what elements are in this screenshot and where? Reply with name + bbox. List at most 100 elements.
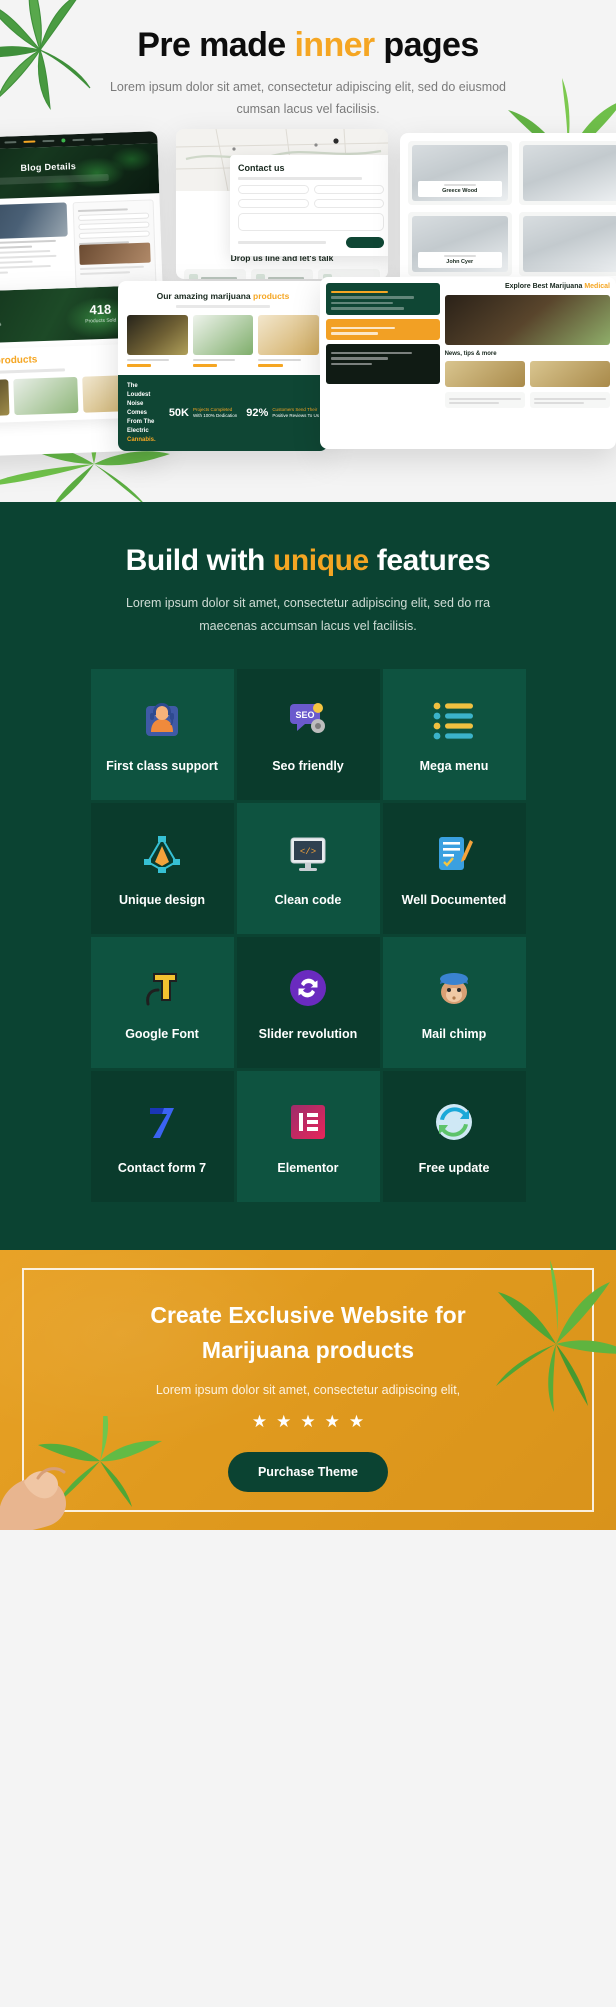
mock-stats-bar-text: The Loudest Noise Comes From The Electri…	[127, 382, 160, 445]
feature-card-clean-code[interactable]: </> Clean code	[236, 803, 380, 934]
cta-title: Create Exclusive Website for Marijuana p…	[93, 1298, 523, 1367]
mock-team-card[interactable]	[518, 211, 616, 276]
cta-star-rating: ★ ★ ★ ★ ★	[0, 1413, 616, 1430]
mock-products-title-hl: products	[0, 354, 38, 367]
mock-stat: 418 Products Sold	[85, 301, 117, 325]
mock-sidebar	[72, 199, 157, 288]
contact-form-7-icon	[140, 1099, 184, 1145]
mock-services-title-hl: Medical	[584, 282, 610, 290]
feature-card-label: Slider revolution	[258, 1026, 358, 1041]
features-subtitle: Lorem ipsum dolor sit amet, consectetur …	[125, 596, 491, 633]
google-font-icon	[140, 965, 184, 1011]
mock-amazing-title-hl: products	[253, 290, 290, 301]
feature-card-seo-friendly[interactable]: SEO Seo friendly	[236, 669, 380, 800]
mock-stats-bar-text-hl: Cannabis.	[127, 436, 156, 443]
feature-card-slider-revolution[interactable]: Slider revolution	[236, 937, 380, 1068]
mock-download-cta[interactable]	[326, 318, 440, 340]
screenshot-gallery: Blog Details Contact us Drop us line and…	[0, 128, 616, 479]
mock-news-thumb	[444, 360, 525, 387]
mock-send-button[interactable]	[346, 236, 384, 248]
mock-article-image	[0, 202, 68, 241]
feature-card-unique-design[interactable]: Unique design	[90, 803, 234, 934]
document-pencil-icon	[432, 831, 476, 877]
mock-contact-card[interactable]	[184, 268, 246, 279]
mock-stats-bar: The Loudest Noise Comes From The Electri…	[118, 374, 328, 451]
feature-card-label: Elementor	[277, 1160, 339, 1175]
mock-input-name[interactable]	[238, 184, 309, 194]
mock-article	[0, 202, 69, 292]
cta-title-line2: Marijuana products	[201, 1336, 415, 1363]
mock-stat-label: Products Sold	[85, 317, 117, 325]
screenshot-card-products[interactable]: Our amazing marijuana products The Loude…	[118, 280, 328, 451]
feature-card-label: Seo friendly	[272, 758, 344, 773]
feature-card-mail-chimp[interactable]: Mail chimp	[382, 937, 526, 1068]
mock-input-subject[interactable]	[313, 198, 384, 208]
mock-amazing-title: Our amazing marijuana products	[118, 281, 328, 301]
cta-content: Create Exclusive Website for Marijuana p…	[0, 1250, 616, 1492]
screenshot-card-contact-us[interactable]: Contact us Drop us line and let's talk	[176, 128, 388, 279]
feature-card-label: Unique design	[118, 892, 206, 907]
svg-text:</>: </>	[300, 847, 316, 857]
feature-card-free-update[interactable]: Free update	[382, 1071, 526, 1202]
page-subtitle: Lorem ipsum dolor sit amet, consectetur …	[109, 80, 507, 116]
mock-news-thumb	[529, 360, 610, 387]
screenshot-card-services[interactable]: Explore Best Marijuana Medical News, tip…	[320, 276, 616, 449]
mock-services-title-pre: Explore Best Marijuana	[504, 282, 585, 290]
page-title-pre: Pre made	[137, 26, 295, 64]
features-title-highlight: unique	[272, 544, 369, 577]
feature-card-mega-menu[interactable]: Mega menu	[382, 669, 526, 800]
mock-services-main: Explore Best Marijuana Medical News, tip…	[444, 283, 610, 408]
unique-features-section: Build with unique features Lorem ipsum d…	[0, 502, 616, 1250]
feature-card-elementor[interactable]: Elementor	[236, 1071, 380, 1202]
pen-tool-icon	[140, 831, 184, 877]
mock-team-card[interactable]	[518, 140, 616, 205]
mock-stats-bar-value: 50K	[168, 407, 189, 420]
mock-input-email[interactable]	[313, 184, 384, 194]
mock-stat: 16k Happy Clients	[0, 305, 2, 328]
premade-inner-pages-section: Pre made inner pages Lorem ipsum dolor s…	[0, 0, 616, 502]
feature-card-label: Well Documented	[401, 892, 507, 907]
mock-amazing-title-pre: Our amazing marijuana	[156, 290, 253, 301]
feature-card-label: Mail chimp	[421, 1026, 487, 1041]
mock-team-name: John Cyer	[446, 258, 474, 265]
mock-team-card[interactable]: Greece Wood	[408, 140, 512, 205]
mock-contact-card[interactable]	[251, 268, 313, 279]
star-icon: ★	[300, 1412, 316, 1431]
mock-product-image	[192, 314, 254, 355]
mock-team-card[interactable]: John Cyer	[408, 211, 512, 276]
features-title-post: features	[368, 544, 491, 577]
mock-input-message[interactable]	[238, 212, 384, 231]
mock-stats-bar-l2: Positive Reviews To Us	[272, 413, 319, 419]
mock-product-image	[13, 376, 79, 415]
mock-news-card[interactable]	[444, 391, 525, 408]
mock-services-sidebar	[326, 282, 440, 408]
features-title-pre: Build with	[125, 544, 273, 577]
feature-card-well-documented[interactable]: Well Documented	[382, 803, 526, 934]
mock-news-label: News, tips & more	[444, 350, 497, 357]
cta-title-line1: Create Exclusive Website for	[150, 1302, 466, 1328]
monitor-code-icon: </>	[286, 831, 330, 877]
mailchimp-monkey-icon	[432, 965, 476, 1011]
feature-card-label: Contact form 7	[117, 1160, 207, 1175]
mock-product-image	[0, 379, 10, 418]
mock-input-phone[interactable]	[238, 198, 309, 208]
mock-team-photo	[522, 215, 616, 272]
mock-consent-checkbox[interactable]	[238, 240, 326, 244]
cta-section: Create Exclusive Website for Marijuana p…	[0, 1250, 616, 1530]
feature-card-contact-form-7[interactable]: Contact form 7	[90, 1071, 234, 1202]
mock-stat-label: Happy Clients	[0, 321, 2, 328]
purchase-theme-button[interactable]: Purchase Theme	[227, 1452, 389, 1492]
feature-card-google-font[interactable]: Google Font	[90, 937, 234, 1068]
screenshot-card-team[interactable]: Greece Wood John Cyer	[400, 132, 616, 285]
mock-stats-bar-text-pre: The Loudest Noise Comes From The Electri…	[127, 382, 155, 434]
mock-product-image	[127, 314, 188, 355]
feature-card-first-class-support[interactable]: First class support	[90, 669, 234, 800]
mock-services-image	[444, 294, 610, 345]
feature-card-label: Mega menu	[419, 758, 489, 773]
mock-certification-card[interactable]	[326, 343, 440, 384]
mock-news-card[interactable]	[529, 391, 610, 408]
mock-stat-value: 16k	[0, 305, 1, 321]
mock-team-photo	[522, 144, 616, 201]
screenshot-card-blog-details[interactable]: Blog Details	[0, 130, 163, 299]
mock-services-title: Explore Best Marijuana Medical	[445, 283, 610, 290]
